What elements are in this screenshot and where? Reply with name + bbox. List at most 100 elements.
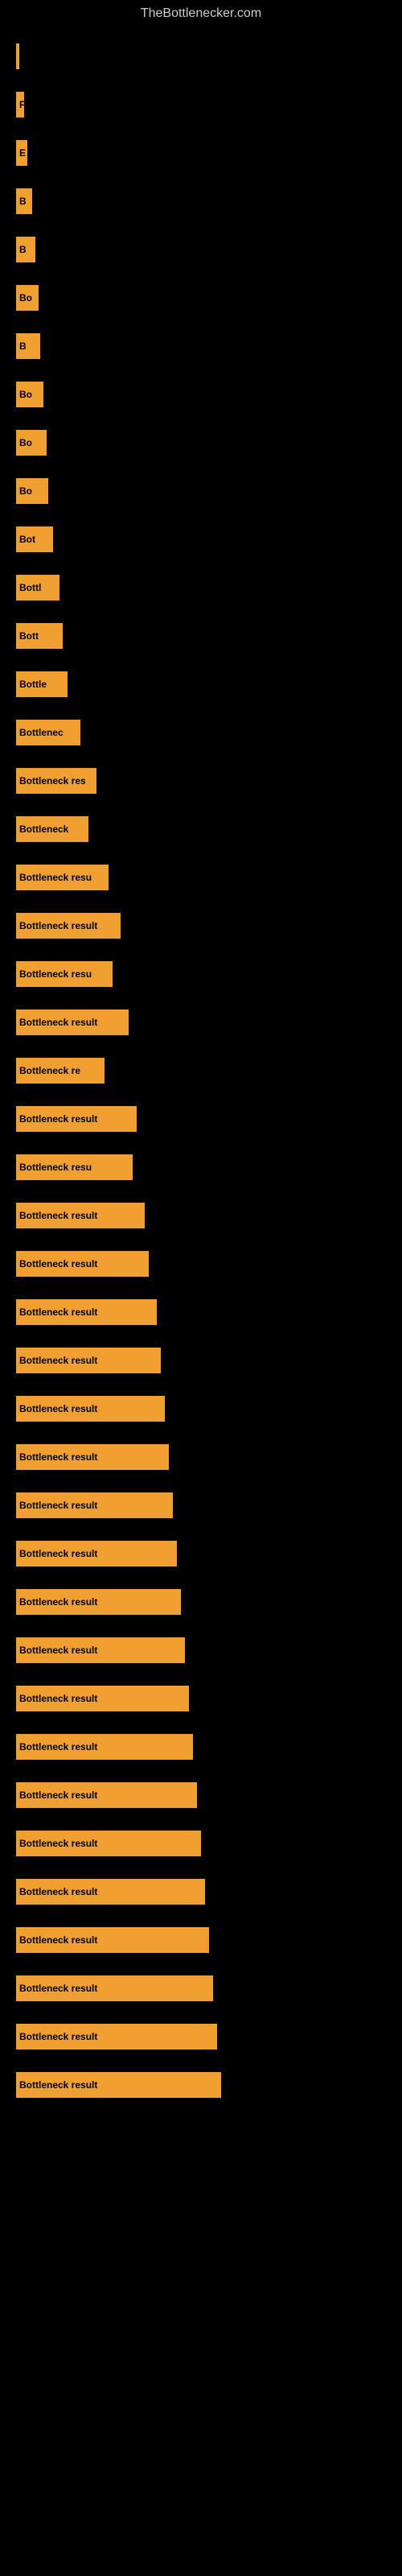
bar: Bottleneck result	[16, 1251, 149, 1277]
bar-row: Bottleneck result	[16, 1626, 386, 1674]
bar-row: Bottleneck result	[16, 1095, 386, 1143]
bar-label: Bo	[19, 389, 32, 400]
bar-row: Bottleneck result	[16, 1385, 386, 1433]
bar-label: Bottlenec	[19, 727, 64, 738]
bar-label: Bottleneck result	[19, 1741, 97, 1752]
bar-label: Bottleneck result	[19, 1307, 97, 1318]
bar: Bottleneck result	[16, 1879, 205, 1905]
bar-row: Bottleneck result	[16, 1336, 386, 1385]
bar-row	[16, 32, 386, 80]
bar: Bot	[16, 526, 53, 552]
bar-row: Bottleneck result	[16, 1288, 386, 1336]
bar: Bottleneck result	[16, 2072, 221, 2098]
bar-label: Bottleneck result	[19, 1500, 97, 1511]
bar: Bottleneck result	[16, 1831, 201, 1856]
bar: Bottleneck result	[16, 1492, 173, 1518]
bar-row: Bot	[16, 515, 386, 564]
bar: B	[16, 333, 40, 359]
bar-label: Bottleneck result	[19, 1210, 97, 1221]
bar: Bottleneck result	[16, 1686, 189, 1711]
bar: Bottlenec	[16, 720, 80, 745]
bar-row: Bottleneck result	[16, 1674, 386, 1723]
bar-row: Bo	[16, 370, 386, 419]
bar-row: F	[16, 80, 386, 129]
bar-row: Bottleneck result	[16, 1481, 386, 1530]
bar-row: Bottlenec	[16, 708, 386, 757]
bar: Bottleneck result	[16, 2024, 217, 2050]
bar-label: B	[19, 196, 27, 207]
bar-row: Bottleneck result	[16, 2013, 386, 2061]
bar-label: Bottleneck result	[19, 2079, 97, 2091]
bar-label: Bo	[19, 485, 32, 497]
bar-label: Bottleneck result	[19, 1983, 97, 1994]
bar-label: F	[19, 99, 24, 110]
bar-row: Bottleneck re	[16, 1046, 386, 1095]
bar-row: Bottleneck result	[16, 1530, 386, 1578]
bar-label: Bottleneck result	[19, 1838, 97, 1849]
bar-label: Bottleneck result	[19, 1258, 97, 1269]
bar: Bottleneck result	[16, 1106, 137, 1132]
bar-row: Bottleneck result	[16, 1433, 386, 1481]
bar: Bottleneck result	[16, 1009, 129, 1035]
bar-row: B	[16, 177, 386, 225]
bar-label: Bottleneck result	[19, 1548, 97, 1559]
bar-label: Bottleneck result	[19, 1403, 97, 1414]
bar: Bottle	[16, 671, 68, 697]
bar-label: E	[19, 147, 26, 159]
bar: Bottleneck	[16, 816, 88, 842]
bar: Bottleneck re	[16, 1058, 105, 1084]
bar-row: Bo	[16, 419, 386, 467]
bar-row: Bottle	[16, 660, 386, 708]
bar-label: Bottleneck result	[19, 1596, 97, 1608]
bar-label: Bot	[19, 534, 35, 545]
bar: Bottleneck result	[16, 1734, 193, 1760]
bar-row: Bottleneck result	[16, 902, 386, 950]
bar-label: Bottleneck resu	[19, 1162, 92, 1173]
bar-label: Bottleneck result	[19, 1886, 97, 1897]
bar: Bottleneck result	[16, 1541, 177, 1567]
bar-label: Bott	[19, 630, 39, 642]
bar	[16, 43, 19, 69]
bar-label: Bottleneck result	[19, 1017, 97, 1028]
bar: Bottleneck result	[16, 1203, 145, 1228]
bar-row: Bottleneck resu	[16, 950, 386, 998]
bar-label: Bottleneck res	[19, 775, 86, 786]
bar: F	[16, 92, 24, 118]
bar-row: B	[16, 322, 386, 370]
bar-label: Bottl	[19, 582, 41, 593]
bar-row: Bottleneck resu	[16, 1143, 386, 1191]
bar: Bottleneck result	[16, 913, 121, 939]
bar-row: Bottleneck result	[16, 1964, 386, 2013]
bar-label: Bottleneck result	[19, 1645, 97, 1656]
bar-label: Bottleneck	[19, 824, 68, 835]
bar-label: Bottleneck result	[19, 1693, 97, 1704]
bar-label: Bottleneck result	[19, 1451, 97, 1463]
bar: Bottleneck result	[16, 1927, 209, 1953]
bar: Bott	[16, 623, 63, 649]
bar: Bottleneck result	[16, 1637, 185, 1663]
bar: Bottleneck result	[16, 1348, 161, 1373]
bar-label: Bottleneck resu	[19, 968, 92, 980]
bar-label: Bottleneck re	[19, 1065, 80, 1076]
bar-label: Bottleneck result	[19, 1113, 97, 1125]
bar-row: Bott	[16, 612, 386, 660]
bar: Bo	[16, 430, 47, 456]
bar-label: Bottleneck result	[19, 1934, 97, 1946]
page-title: TheBottlenecker.com	[0, 0, 402, 24]
bar: Bottleneck result	[16, 1299, 157, 1325]
bar: Bottleneck result	[16, 1975, 213, 2001]
bar-row: Bottleneck result	[16, 1578, 386, 1626]
bar-row: Bottleneck	[16, 805, 386, 853]
bar-row: B	[16, 225, 386, 274]
bar: Bottleneck result	[16, 1589, 181, 1615]
bar-row: Bottleneck res	[16, 757, 386, 805]
bar-label: Bottleneck result	[19, 2031, 97, 2042]
bar-row: Bo	[16, 274, 386, 322]
bar: Bottleneck resu	[16, 961, 113, 987]
bar-row: Bottleneck result	[16, 1191, 386, 1240]
bar: B	[16, 237, 35, 262]
bar-row: Bottleneck result	[16, 2061, 386, 2109]
bar-row: Bottleneck result	[16, 1868, 386, 1916]
bar-label: Bottle	[19, 679, 47, 690]
bar: Bo	[16, 285, 39, 311]
